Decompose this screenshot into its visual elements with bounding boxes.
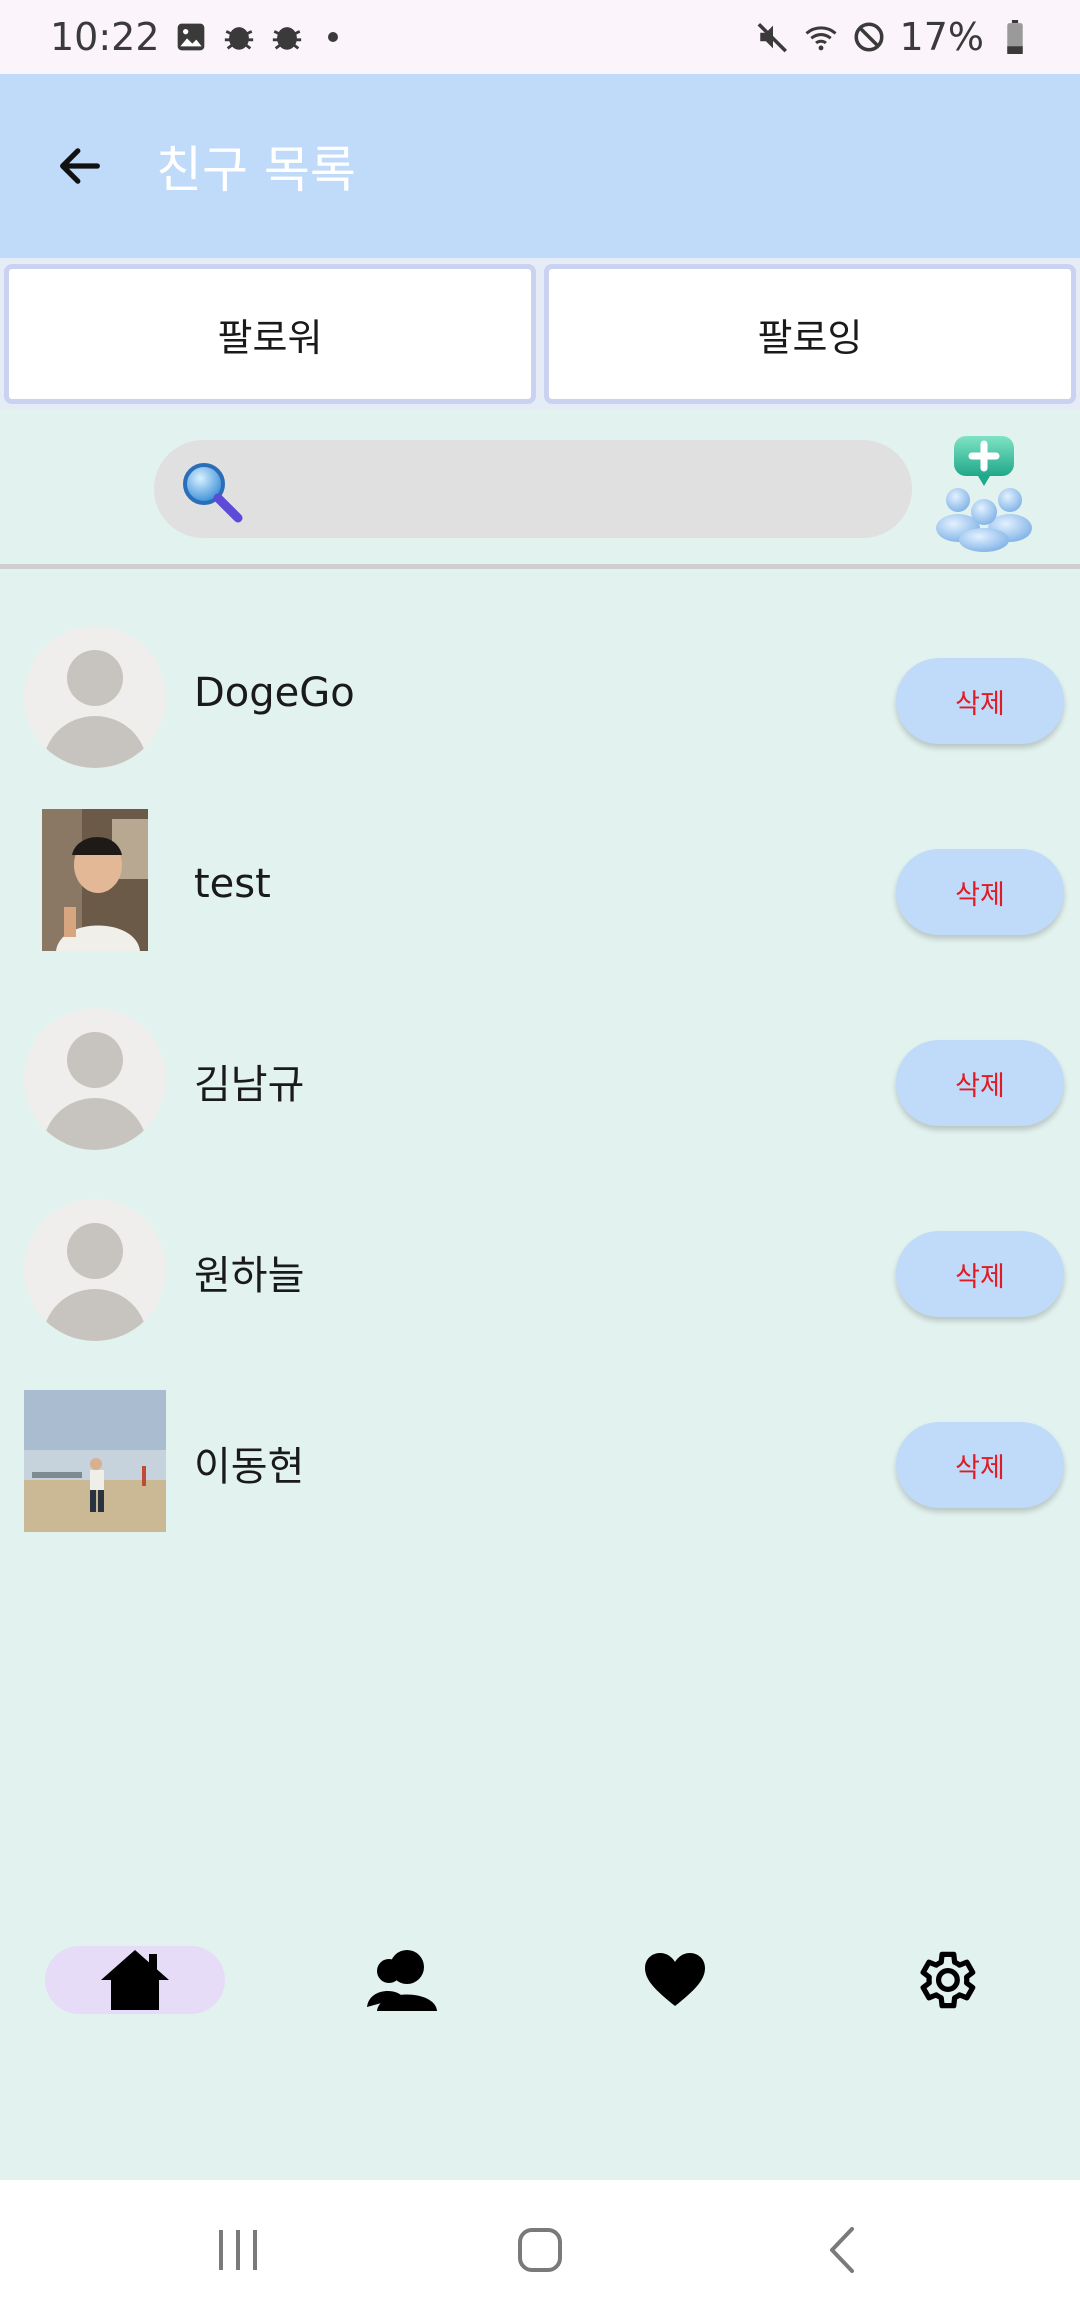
battery-icon [998,20,1032,54]
tab-bar: 팔로워 팔로잉 [0,258,1080,410]
chevron-left-icon [830,2227,854,2273]
system-navigation-bar [0,2180,1080,2316]
tab-following[interactable]: 팔로잉 [544,264,1076,404]
wifi-icon [804,20,838,54]
bug-icon [270,20,304,54]
avatar [24,1199,166,1341]
delete-button[interactable]: 삭제 [896,849,1064,935]
list-item[interactable]: test 삭제 [0,791,1080,982]
home-square-icon [518,2228,562,2272]
friends-icon [367,1950,437,2011]
delete-button[interactable]: 삭제 [896,1231,1064,1317]
avatar [42,809,148,951]
friend-name: 김남규 [194,1062,305,1108]
list-item[interactable]: DogeGo 삭제 [0,600,1080,791]
friend-name: 원하늘 [194,1253,305,1299]
nav-favorites[interactable] [585,1946,765,2014]
search-icon [183,463,243,523]
arrow-left-icon [60,148,100,184]
friend-name: 이동현 [194,1444,305,1490]
list-item[interactable]: 김남규 삭제 [0,982,1080,1173]
home-button[interactable] [510,2220,570,2280]
search-input[interactable] [154,440,912,538]
list-item[interactable]: 원하늘 삭제 [0,1173,1080,1364]
heart-icon [645,1953,705,2006]
mute-icon [756,20,790,54]
friend-name: DogeGo [194,670,355,716]
status-left: 10:22 [50,15,338,59]
avatar [24,1390,166,1532]
bug-icon [222,20,256,54]
app-bar: 친구 목록 [0,74,1080,258]
page-title: 친구 목록 [156,141,356,199]
avatar [24,1008,166,1150]
divider [0,564,1080,569]
add-friend-icon[interactable] [930,434,1038,552]
notification-dot [327,32,338,42]
back-nav-button[interactable] [812,2220,872,2280]
recent-apps-icon [219,2230,257,2270]
status-time: 10:22 [50,15,160,59]
image-icon [174,20,208,54]
delete-button[interactable]: 삭제 [896,1040,1064,1126]
recent-apps-button[interactable] [208,2220,268,2280]
tab-followers[interactable]: 팔로워 [4,264,536,404]
back-button[interactable] [30,116,130,216]
battery-percent: 17% [899,15,984,59]
delete-button[interactable]: 삭제 [896,658,1064,744]
delete-button[interactable]: 삭제 [896,1422,1064,1508]
avatar [24,626,166,768]
home-icon [101,1950,169,2010]
status-right: 17% [756,15,1032,59]
nav-home[interactable] [45,1946,225,2014]
nav-friends[interactable] [315,1946,495,2014]
search-row [0,410,1080,568]
list-item[interactable]: 이동현 삭제 [0,1364,1080,1555]
friend-list: DogeGo 삭제 test 삭제 김남규 삭제 원하늘 삭제 이동현 삭제 [0,600,1080,1555]
status-bar: 10:22 17% [0,0,1080,74]
bottom-nav [0,1918,1080,2038]
nav-settings[interactable] [855,1946,1035,2014]
friend-name: test [194,861,271,907]
dnd-icon [852,20,886,54]
settings-icon [920,1951,976,2009]
